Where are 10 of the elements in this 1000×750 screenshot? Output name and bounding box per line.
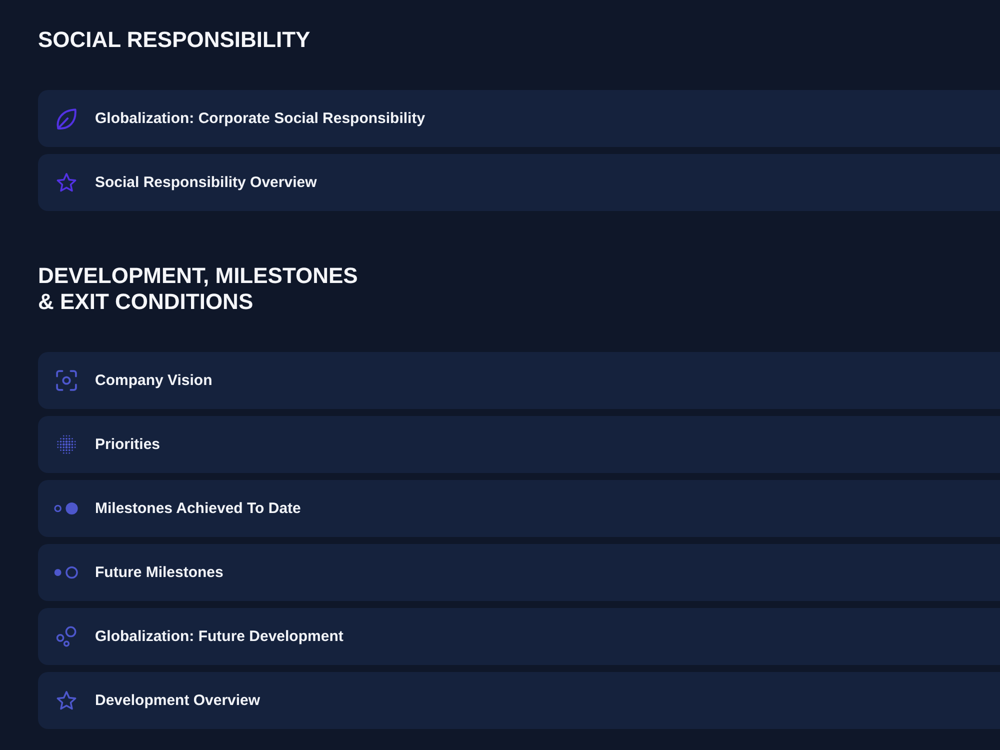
section-heading: SOCIAL RESPONSIBILITY bbox=[38, 27, 310, 53]
topic-card[interactable]: Milestones Achieved To Date bbox=[38, 480, 1000, 537]
topic-card[interactable]: Company Vision bbox=[38, 352, 1000, 409]
topic-card[interactable]: Globalization: Corporate Social Responsibility bbox=[38, 90, 1000, 147]
topic-card[interactable]: Globalization: Future Development bbox=[38, 608, 1000, 665]
section-heading: DEVELOPMENT, MILESTONES & EXIT CONDITIONS bbox=[38, 263, 358, 315]
topic-card[interactable]: Priorities bbox=[38, 416, 1000, 473]
topic-card[interactable]: Future Milestones bbox=[38, 544, 1000, 601]
topic-card[interactable]: Social Responsibility Overview bbox=[38, 154, 1000, 211]
topic-card[interactable]: Development Overview bbox=[38, 672, 1000, 729]
